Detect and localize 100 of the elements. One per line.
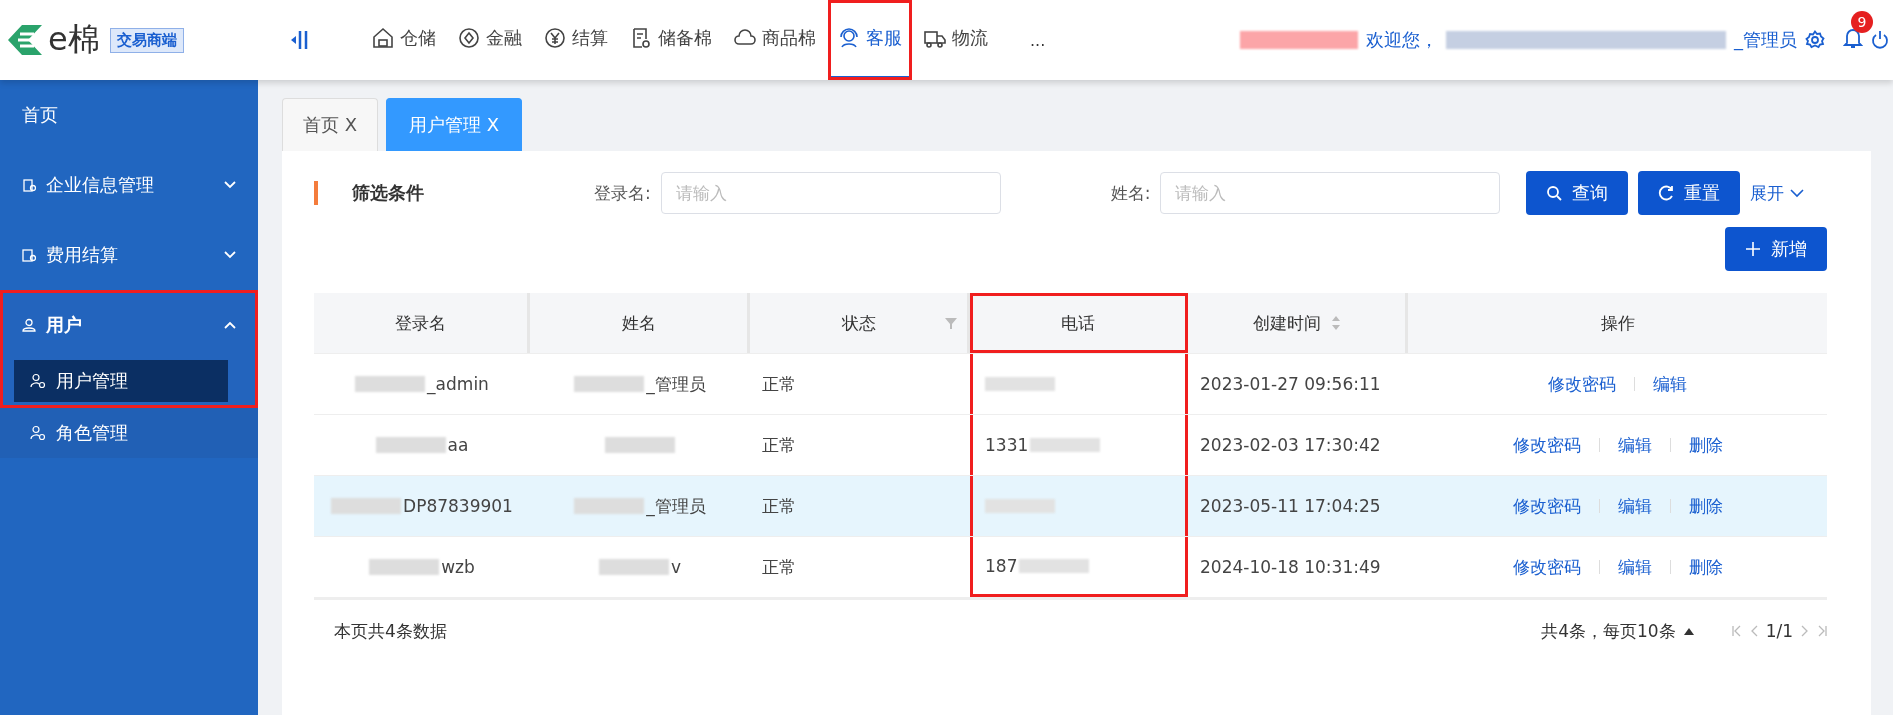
settings-icon[interactable] (1805, 30, 1825, 50)
nav-tab[interactable]: 商品棉 (724, 0, 826, 80)
nav-tab[interactable]: 物流 (914, 0, 998, 80)
redacted-text (605, 437, 675, 453)
table-cell: 2023-05-11 17:04:25 (1200, 496, 1381, 516)
expand-link[interactable]: 展开 (1750, 181, 1805, 205)
column-header: 状态 (750, 293, 970, 353)
welcome-text: 欢迎您， (1366, 28, 1438, 52)
filter-icon[interactable] (945, 317, 957, 329)
nav-tab[interactable]: 结算 (534, 0, 618, 80)
table-cell: wzb (441, 557, 475, 577)
refresh-icon (1658, 185, 1675, 201)
sidebar-item[interactable]: 首页 (0, 80, 258, 150)
power-icon[interactable] (1871, 30, 1889, 50)
sidebar-subitem[interactable]: 角色管理 (0, 408, 258, 458)
redacted-text (985, 377, 1055, 391)
more-menu[interactable]: ... (1030, 30, 1046, 50)
building-icon (22, 178, 36, 192)
user-gear-icon (30, 425, 46, 441)
last-page-icon[interactable] (1817, 625, 1827, 637)
chevron-icon (1790, 188, 1805, 198)
action-link[interactable]: 修改密码 (1512, 494, 1581, 518)
table-row[interactable]: _admin _管理员 正常 2023-01-27 09:56:11 修改密码 编辑 (314, 354, 1827, 415)
column-header: 创建时间 (1188, 293, 1408, 353)
table-cell: 2024-10-18 10:31:49 (1200, 557, 1381, 577)
redacted-text (598, 559, 669, 575)
notification-badge: 9 (1851, 11, 1873, 33)
nav-tab[interactable]: 客服 (828, 0, 912, 80)
chevron-icon (224, 251, 236, 259)
user-icon (22, 318, 36, 332)
table-cell: 正常 (762, 555, 796, 579)
action-link[interactable]: 编辑 (1617, 555, 1652, 579)
action-link[interactable]: 编辑 (1617, 433, 1652, 457)
table-cell: aa (447, 435, 469, 455)
table-cell: _管理员 (646, 372, 706, 396)
nav-tab[interactable]: 储备棉 (620, 0, 722, 80)
table-cell: 1331 (985, 435, 1029, 455)
collapse-icon[interactable] (290, 29, 310, 51)
action-link[interactable]: 修改密码 (1548, 372, 1616, 396)
input-field[interactable]: 请输入 (1160, 172, 1501, 214)
table-cell: 正常 (762, 372, 796, 396)
action-link[interactable]: 删除 (1688, 494, 1723, 518)
column-header: 电话 (970, 293, 1188, 353)
sidebar-item[interactable]: 用户 (0, 290, 258, 360)
chevron-icon (224, 321, 236, 329)
action-link[interactable]: 修改密码 (1512, 433, 1581, 457)
redacted-text (369, 559, 440, 575)
action-link[interactable]: 编辑 (1653, 372, 1687, 396)
action-link[interactable]: 删除 (1688, 433, 1723, 457)
page-summary: 本页共4条数据 (334, 619, 447, 643)
sidebar-subitem[interactable]: 用户管理 (14, 360, 228, 402)
document-icon (630, 27, 652, 49)
input-field[interactable]: 请输入 (660, 172, 1001, 214)
table-cell: 2023-02-03 17:30:42 (1200, 435, 1381, 455)
redacted-text (331, 498, 402, 514)
sort-icon[interactable] (1330, 315, 1341, 331)
column-header: 操作 (1599, 311, 1636, 335)
sidebar-item[interactable]: 企业信息管理 (0, 150, 258, 220)
redacted-text (375, 437, 446, 453)
nav-tab[interactable]: 金融 (448, 0, 532, 80)
page-number: 1/1 (1765, 621, 1793, 641)
sidebar-item[interactable]: 费用结算 (0, 220, 258, 290)
table-cell: 2023-01-27 09:56:11 (1200, 374, 1381, 394)
reset-button[interactable]: 重置 (1638, 171, 1741, 215)
headset-icon (838, 27, 860, 49)
bill-icon (22, 248, 36, 262)
table-row[interactable]: DP87839901 _管理员 正常 2023-05-11 17:04:25 修改密码 编辑 删除 (314, 476, 1827, 537)
logo-badge: 交易商端 (109, 27, 184, 53)
search-icon (1546, 185, 1563, 201)
redacted-text (574, 498, 645, 514)
filter-title: 筛选条件 (314, 181, 424, 205)
page-tab[interactable]: 首页 X (282, 98, 379, 151)
next-page-icon[interactable] (1801, 625, 1809, 637)
logo-text: e棉 (48, 19, 100, 60)
user-gear-icon (30, 373, 46, 389)
redacted-text (985, 499, 1055, 513)
action-link[interactable]: 编辑 (1617, 494, 1652, 518)
action-link[interactable]: 删除 (1688, 555, 1723, 579)
table-row[interactable]: wzb v 正常 187 2024-10-18 10:31:49 修改密码 编辑 删除 (314, 537, 1827, 598)
add-button[interactable]: 新增 (1725, 227, 1827, 271)
redacted-text (1019, 558, 1090, 573)
nav-tab[interactable]: 仓储 (362, 0, 446, 80)
column-header: 登录名 (314, 293, 530, 353)
table-cell: DP87839901 (403, 496, 513, 516)
redacted-text (1030, 438, 1101, 452)
table-cell: 正常 (762, 433, 796, 457)
yen-icon (544, 27, 566, 49)
search-button[interactable]: 查询 (1526, 171, 1629, 215)
first-page-icon[interactable] (1731, 625, 1742, 637)
redacted-text (574, 376, 645, 392)
table-cell: _admin (427, 374, 489, 394)
field-label: 姓名: (1110, 181, 1151, 205)
user-role: _管理员 (1734, 28, 1797, 52)
action-link[interactable]: 修改密码 (1512, 555, 1581, 579)
bell-icon[interactable] (1843, 27, 1863, 49)
table-cell: v (670, 557, 682, 577)
page-size-select[interactable]: 共4条，每页10条 (1541, 619, 1676, 643)
previous-page-icon[interactable] (1749, 625, 1758, 637)
caret-icon (1683, 627, 1694, 635)
table-cell: 187 (985, 555, 1018, 576)
